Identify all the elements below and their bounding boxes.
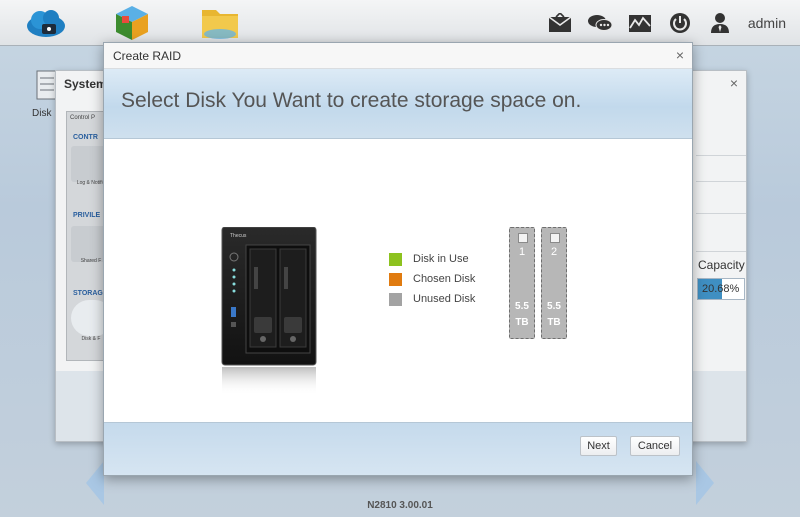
dialog-heading: Select Disk You Want to create storage s… — [121, 89, 582, 112]
dialog-footer: Next Cancel — [104, 422, 692, 475]
disk-slot-2[interactable]: 2 5.5 TB — [541, 227, 567, 339]
section-storage: STORAG — [73, 290, 103, 297]
section-privilege: PRIVILE — [73, 212, 101, 219]
top-bar: admin — [0, 0, 800, 46]
capacity-progress: 20.68% — [697, 278, 745, 300]
username-label[interactable]: admin — [748, 15, 786, 31]
power-icon[interactable] — [666, 10, 694, 36]
disk-number: 1 — [518, 246, 526, 258]
disk-number: 2 — [550, 246, 558, 258]
disk-checkbox[interactable] — [550, 233, 560, 243]
nas-device-image: Thecus — [221, 226, 317, 407]
firmware-version: N2810 3.00.01 — [367, 500, 433, 511]
system-window-close-icon[interactable]: × — [730, 75, 738, 91]
capacity-value: 20.68% — [702, 283, 740, 295]
desktop-icon-label: Disk — [32, 108, 52, 119]
next-button[interactable]: Next — [580, 436, 617, 456]
mail-icon[interactable] — [546, 10, 574, 36]
dialog-body: Thecus Disk in Use Chosen Disk Unused Di… — [104, 139, 692, 423]
legend-swatch — [389, 293, 402, 306]
prev-arrow-icon[interactable] — [86, 461, 104, 505]
device-brand: Thecus — [230, 233, 247, 239]
disk-size: 5.5 TB — [547, 301, 561, 328]
legend-swatch — [389, 273, 402, 286]
cloud-icon[interactable] — [24, 4, 68, 42]
legend-label: Chosen Disk — [413, 273, 476, 285]
control-panel-title: Control P — [70, 115, 96, 121]
app-center-icon[interactable] — [110, 4, 154, 42]
legend-swatch — [389, 253, 402, 266]
create-raid-dialog: Create RAID × Select Disk You Want to cr… — [103, 42, 693, 476]
next-arrow-icon[interactable] — [696, 461, 714, 505]
monitor-icon[interactable] — [626, 10, 654, 36]
dialog-header: Select Disk You Want to create storage s… — [104, 69, 692, 139]
table-row-divider — [696, 181, 746, 182]
section-control: CONTR — [73, 134, 98, 141]
table-row-divider — [696, 213, 746, 214]
chat-icon[interactable] — [586, 10, 614, 36]
disk-slot-1[interactable]: 1 5.5 TB — [509, 227, 535, 339]
legend-label: Unused Disk — [413, 293, 476, 305]
file-manager-icon[interactable] — [198, 4, 242, 42]
legend-label: Disk in Use — [413, 253, 469, 265]
close-icon[interactable]: × — [676, 48, 684, 62]
dialog-titlebar: Create RAID × — [104, 43, 692, 69]
system-window-title: System — [64, 77, 107, 91]
user-icon[interactable] — [706, 10, 734, 36]
cancel-button[interactable]: Cancel — [630, 436, 680, 456]
disk-size: 5.5 TB — [515, 301, 529, 328]
table-row-divider — [696, 251, 746, 252]
dialog-title: Create RAID — [113, 49, 182, 63]
capacity-column-header: Capacity — [698, 258, 745, 272]
disk-checkbox[interactable] — [518, 233, 528, 243]
table-row-divider — [696, 155, 746, 156]
